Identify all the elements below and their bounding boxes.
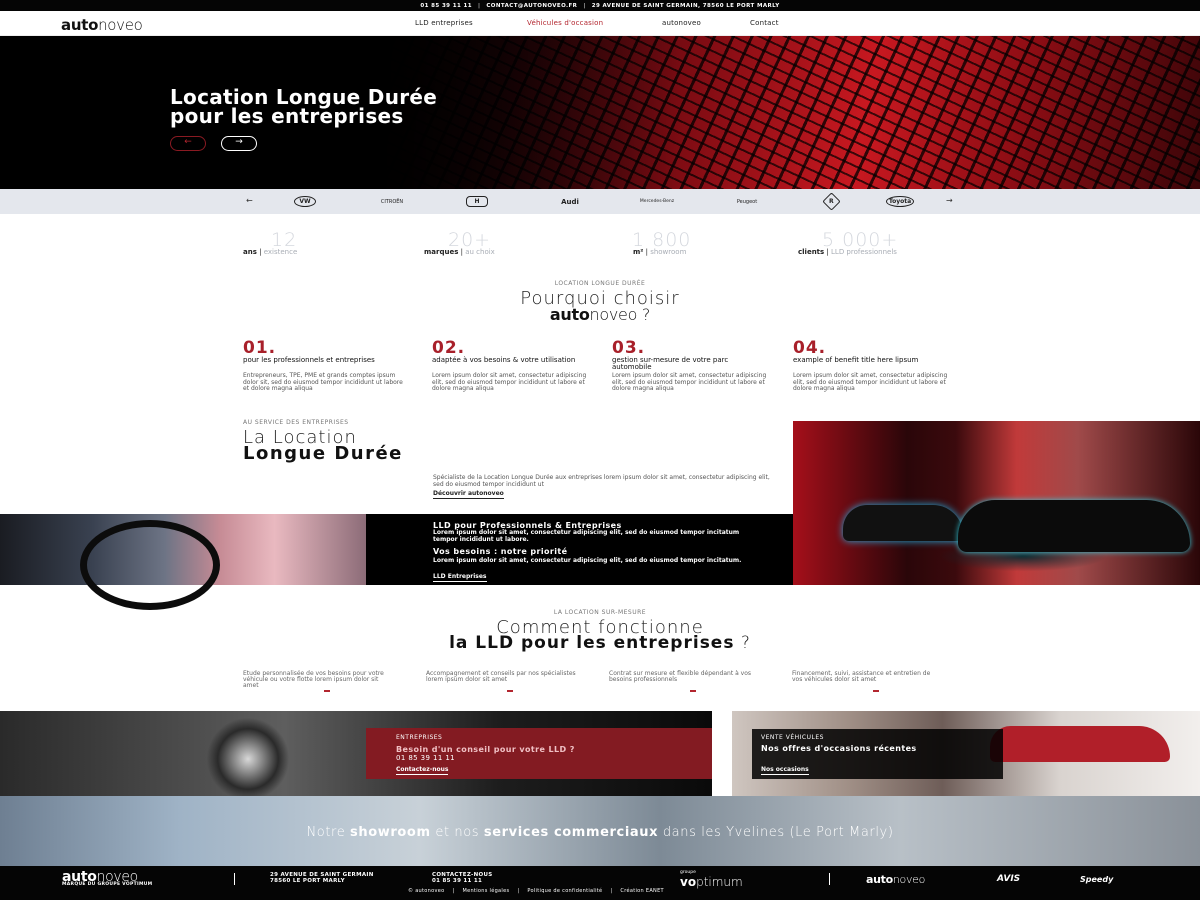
contact-link[interactable]: Contactez-nous <box>396 766 449 775</box>
top-bar: 01 85 39 11 11 | CONTACT@AUTONOVEO.FR | … <box>0 0 1200 11</box>
nav-link-autonoveo[interactable]: autonoveo <box>662 19 701 27</box>
feature-text: Entrepreneurs, TPE, PME et grands compte… <box>243 372 403 392</box>
footer-contact[interactable]: CONTACTEZ-NOUS 01 85 39 11 11 <box>432 872 493 884</box>
feature-title: gestion sur-mesure de votre parc automob… <box>612 356 729 371</box>
step-dash <box>507 690 513 692</box>
top-address: 29 AVENUE DE SAINT GERMAIN, 78560 LE POR… <box>591 2 780 9</box>
stat-label: marques | au choix <box>424 248 495 256</box>
feature-number: 01. <box>243 338 277 358</box>
panel-text: Lorem ipsum dolor sit amet, consectetur … <box>433 557 742 564</box>
stat-label: clients | LLD professionnels <box>798 248 897 256</box>
lld-text: Spécialiste de la Location Longue Durée … <box>433 474 770 488</box>
feature-number: 04. <box>793 338 827 358</box>
how-kicker: LA LOCATION SUR-MESURE <box>553 609 647 616</box>
occasions-link[interactable]: Nos occasions <box>761 766 809 775</box>
brand-logo-citroen[interactable]: CITROËN <box>368 195 416 208</box>
panel-text: Lorem ipsum dolor sit amet, consectetur … <box>433 529 740 543</box>
nav-link-occasions[interactable]: Véhicules d'occasion <box>527 19 603 27</box>
step-dash <box>873 690 879 692</box>
red-car-image <box>990 726 1170 762</box>
brand-logo-toyota[interactable]: Toyota <box>876 195 924 208</box>
hero-section: Location Longue Durée pour les entrepris… <box>0 36 1200 189</box>
footer-link-mentions[interactable]: Mentions légales <box>462 888 509 894</box>
panel-title: Vos besoins : notre priorité <box>433 547 568 556</box>
stat-label: m² | showroom <box>633 248 687 256</box>
groupe-voptimum-logo[interactable]: groupe voptimum <box>680 870 743 887</box>
lld-title-line2: Longue Durée <box>243 443 403 464</box>
feature-number: 03. <box>612 338 646 358</box>
card-title: Nos offres d'occasions récentes <box>761 744 917 753</box>
brand-logo-audi[interactable]: Audi <box>546 195 594 208</box>
separator: | <box>583 2 586 9</box>
brand-prev-icon[interactable]: ← <box>246 196 253 205</box>
top-phone[interactable]: 01 85 39 11 11 <box>420 3 472 9</box>
brand-logo-peugeot[interactable]: Peugeot <box>723 195 771 208</box>
card-kicker: VENTE VÉHICULES <box>761 734 824 741</box>
feature-text: Lorem ipsum dolor sit amet, consectetur … <box>793 372 948 392</box>
stat-label: ans | existence <box>243 248 298 256</box>
main-nav: autonoveo LLD entreprises Véhicules d'oc… <box>0 11 1200 36</box>
partner-logo-avis[interactable]: AVIS <box>997 874 1020 884</box>
lld-entreprises-link[interactable]: LLD Entreprises <box>433 573 487 582</box>
how-title-bold: la LLD pour les entreprises ? <box>449 633 751 653</box>
site-logo[interactable]: autonoveo <box>61 16 143 34</box>
brand-logo-renault[interactable]: R <box>807 192 855 211</box>
why-title-logo: autonoveo ? <box>549 305 651 324</box>
feature-text: Lorem ipsum dolor sit amet, consectetur … <box>432 372 587 392</box>
divider <box>829 873 830 885</box>
feature-title: example of benefit title here lipsum <box>793 356 919 364</box>
feature-text: Lorem ipsum dolor sit amet, consectetur … <box>612 372 767 392</box>
hero-next-button[interactable]: → <box>221 136 257 151</box>
footer-copyright: © autonoveo <box>408 888 445 894</box>
banner-text: Notre showroom et nos services commercia… <box>306 825 894 840</box>
nav-link-lld[interactable]: LLD entreprises <box>415 19 473 27</box>
footer-link-privacy[interactable]: Politique de confidentialité <box>527 888 602 894</box>
card-title: Besoin d'un conseil pour votre LLD ? <box>396 745 575 754</box>
steering-wheel <box>80 520 220 610</box>
step-text: Financement, suivi, assistance et entret… <box>792 670 931 683</box>
hero-prev-button[interactable]: ← <box>170 136 206 151</box>
step-dash <box>690 690 696 692</box>
feature-title: pour les professionnels et entreprises <box>243 356 375 364</box>
footer-link-credits[interactable]: Création EANET <box>620 888 663 894</box>
nav-link-contact[interactable]: Contact <box>750 19 779 27</box>
car-silhouette <box>843 505 963 541</box>
car-silhouette <box>958 500 1190 552</box>
partner-logo-speedy[interactable]: Speedy <box>1080 875 1113 884</box>
discover-link[interactable]: Découvrir autonoveo <box>433 490 504 499</box>
step-text: Etude personnalisée de vos besoins pour … <box>243 670 384 689</box>
feature-number: 02. <box>432 338 466 358</box>
step-text: Accompagnement et conseils par nos spéci… <box>426 670 576 683</box>
brand-next-icon[interactable]: → <box>946 196 953 205</box>
footer: autonoveo MARQUE DU GROUPE VOPTIMUM 29 A… <box>0 866 1200 900</box>
why-kicker: LOCATION LONGUE DURÉE <box>554 280 646 287</box>
step-dash <box>324 690 330 692</box>
lld-kicker: AU SERVICE DES ENTREPRISES <box>243 419 349 426</box>
top-email[interactable]: CONTACT@AUTONOVEO.FR <box>486 3 577 9</box>
arrow-right-icon: → <box>235 137 243 147</box>
divider <box>234 873 235 885</box>
lld-panel: LLD pour Professionnels & Entreprises Lo… <box>366 514 793 585</box>
step-text: Contrat sur mesure et flexible dépendant… <box>609 670 752 683</box>
brand-logo-mercedes[interactable]: Mercedes-Benz <box>633 195 681 208</box>
brand-carousel: ← VW CITROËN H Audi Mercedes-Benz Peugeo… <box>0 189 1200 214</box>
brand-logo-honda[interactable]: H <box>453 195 501 208</box>
footer-address: 29 AVENUE DE SAINT GERMAIN 78560 LE PORT … <box>270 872 374 884</box>
card-phone[interactable]: 01 85 39 11 11 <box>396 754 455 762</box>
partner-logo-autonoveo[interactable]: autonoveo <box>866 873 925 886</box>
footer-links: © autonoveo | Mentions légales | Politique… <box>408 888 664 894</box>
offers-card: VENTE VÉHICULES Nos offres d'occasions r… <box>752 729 1003 779</box>
card-kicker: ENTREPRISES <box>396 734 443 741</box>
brand-logo-vw[interactable]: VW <box>281 195 329 208</box>
footer-tagline: MARQUE DU GROUPE VOPTIMUM <box>62 882 153 887</box>
feature-title: adaptée à vos besoins & votre utilisatio… <box>432 356 576 364</box>
arrow-left-icon: ← <box>184 137 192 147</box>
separator: | <box>477 2 481 9</box>
hero-title: Location Longue Durée pour les entrepris… <box>170 85 438 128</box>
advice-card: ENTREPRISES Besoin d'un conseil pour vot… <box>366 728 712 779</box>
